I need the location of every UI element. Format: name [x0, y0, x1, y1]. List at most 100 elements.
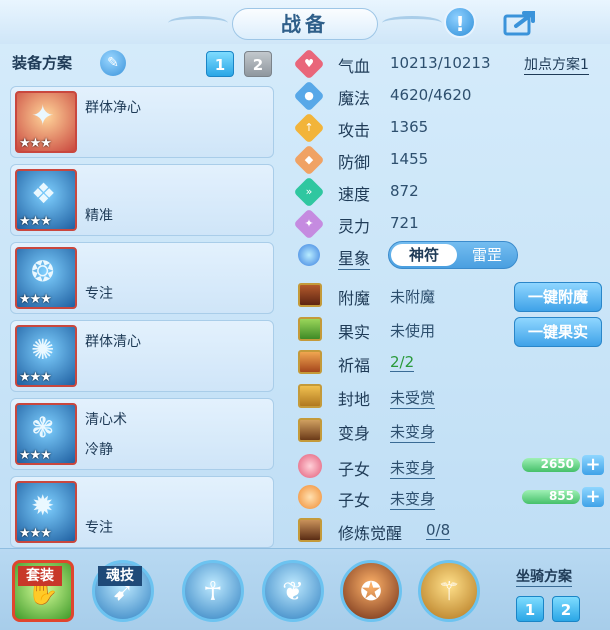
plan-tab-2[interactable]: 2 [244, 51, 272, 77]
card-line2: 精准 [85, 208, 113, 224]
staff-icon: ⚚ [437, 577, 461, 607]
skill-slot[interactable]: ☥ [182, 560, 244, 622]
fruit-label: 果实 [338, 323, 371, 342]
equipment-card[interactable]: ✦ ★★★ 群体净心 [10, 86, 274, 158]
figure-icon: ☥ [203, 577, 223, 607]
mount-plan-label: 坐骑方案 [516, 566, 572, 587]
share-icon[interactable] [502, 8, 540, 38]
info-button[interactable]: ! [444, 6, 476, 38]
astro-option-leigang[interactable]: 雷罡 [459, 244, 515, 266]
child-icon [298, 454, 322, 478]
enchant-value: 未附魔 [390, 288, 436, 306]
add-button[interactable]: + [582, 455, 604, 475]
equipment-icon: ✦ ★★★ [15, 91, 77, 153]
transform-label: 变身 [338, 424, 371, 443]
mount-tab-2[interactable]: 2 [552, 596, 580, 622]
mount-tab-1[interactable]: 1 [516, 596, 544, 622]
child-bar-1-value: 2650 [540, 457, 574, 471]
skill-slot[interactable]: ⚚ [418, 560, 480, 622]
child-bar-2: 855 [522, 489, 580, 504]
child-value-1[interactable]: 未变身 [390, 457, 436, 479]
stat-name-spirit: 灵力 [338, 217, 371, 236]
heart-icon: ♥ [293, 48, 325, 80]
astro-toggle[interactable]: 神符 雷罡 [388, 241, 518, 269]
card-line2: 冷静 [85, 442, 113, 458]
transform-value[interactable]: 未变身 [390, 421, 436, 443]
stat-value-defense: 1455 [390, 150, 429, 168]
soul-tag: 魂技 [98, 566, 142, 586]
star-rating: ★★★ [19, 136, 52, 151]
one-click-enchant-button[interactable]: 一键附魔 [514, 282, 602, 312]
equipment-icon: ❂ ★★★ [15, 247, 77, 309]
equipment-card[interactable]: ❃ ★★★ 清心术 冷静 [10, 398, 274, 470]
card-line1: 群体净心 [85, 100, 141, 116]
fief-label: 封地 [338, 390, 371, 409]
beast-icon: ✪ [360, 577, 382, 607]
skill-slot[interactable]: ❦ [262, 560, 324, 622]
equipment-card[interactable]: ✺ ★★★ 群体清心 [10, 320, 274, 392]
child-icon [298, 485, 322, 509]
fruit-icon [298, 317, 322, 341]
child-value-2[interactable]: 未变身 [390, 488, 436, 510]
card-line1: 群体清心 [85, 334, 141, 350]
enchant-icon [298, 283, 322, 307]
equipment-icon: ❃ ★★★ [15, 403, 77, 465]
child-bar-1: 2650 [522, 457, 580, 472]
skill-slot[interactable]: ✪ [340, 560, 402, 622]
blessing-icon [298, 350, 322, 374]
speed-icon: » [293, 176, 325, 208]
outfit-tag: 套装 [18, 566, 62, 586]
card-line2: 专注 [85, 520, 113, 536]
cultivation-label: 修炼觉醒 [338, 524, 403, 543]
title-ornament-left [168, 16, 228, 30]
equipment-card[interactable]: ❂ ★★★ 专注 [10, 242, 274, 314]
equipment-card[interactable]: ❖ ★★★ 精准 [10, 164, 274, 236]
plan-tab-1[interactable]: 1 [206, 51, 234, 77]
child-bar-2-value: 855 [548, 489, 574, 503]
leaf-icon: ❦ [282, 577, 304, 607]
stat-plan-link[interactable]: 加点方案1 [524, 54, 589, 75]
spirit-icon: ✦ [293, 208, 325, 240]
cultivation-value[interactable]: 0/8 [426, 521, 451, 540]
child-label-2: 子女 [338, 491, 371, 510]
astro-icon [298, 244, 320, 266]
equipment-card[interactable]: ✹ ★★★ 专注 [10, 476, 274, 548]
equipment-icon: ❖ ★★★ [15, 169, 77, 231]
defense-icon: ◆ [293, 144, 325, 176]
page-title: 战备 [232, 8, 378, 40]
mana-icon: ● [293, 80, 325, 112]
equipment-plan-label: 装备方案 [12, 54, 73, 72]
equipment-icon: ✺ ★★★ [15, 325, 77, 387]
equipment-icon: ✹ ★★★ [15, 481, 77, 543]
child-label-1: 子女 [338, 460, 371, 479]
blessing-label: 祈福 [338, 356, 371, 375]
fruit-value: 未使用 [390, 322, 436, 340]
stat-value-mp: 4620/4620 [390, 86, 472, 104]
star-rating: ★★★ [19, 526, 52, 541]
star-rating: ★★★ [19, 214, 52, 229]
one-click-fruit-button[interactable]: 一键果实 [514, 317, 602, 347]
cultivation-icon [298, 518, 322, 542]
title-bar: 战备 ! [0, 0, 610, 44]
star-rating: ★★★ [19, 292, 52, 307]
blessing-value[interactable]: 2/2 [390, 353, 415, 372]
astro-label[interactable]: 星象 [338, 245, 371, 270]
edit-icon[interactable]: ✎ [100, 50, 126, 76]
fief-value[interactable]: 未受赏 [390, 387, 436, 409]
star-rating: ★★★ [19, 448, 52, 463]
stat-value-attack: 1365 [390, 118, 429, 136]
add-button[interactable]: + [582, 487, 604, 507]
attack-icon: ↑ [293, 112, 325, 144]
stat-name-speed: 速度 [338, 185, 371, 204]
stat-name-attack: 攻击 [338, 121, 371, 140]
star-rating: ★★★ [19, 370, 52, 385]
stat-value-spirit: 721 [390, 214, 419, 232]
transform-icon [298, 418, 322, 442]
stat-name-mp: 魔法 [338, 89, 371, 108]
enchant-label: 附魔 [338, 289, 371, 308]
stat-name-defense: 防御 [338, 153, 371, 172]
card-line2: 专注 [85, 286, 113, 302]
stat-value-hp: 10213/10213 [390, 54, 491, 72]
stat-name-hp: 气血 [338, 57, 371, 76]
astro-option-shenfu[interactable]: 神符 [391, 244, 457, 266]
